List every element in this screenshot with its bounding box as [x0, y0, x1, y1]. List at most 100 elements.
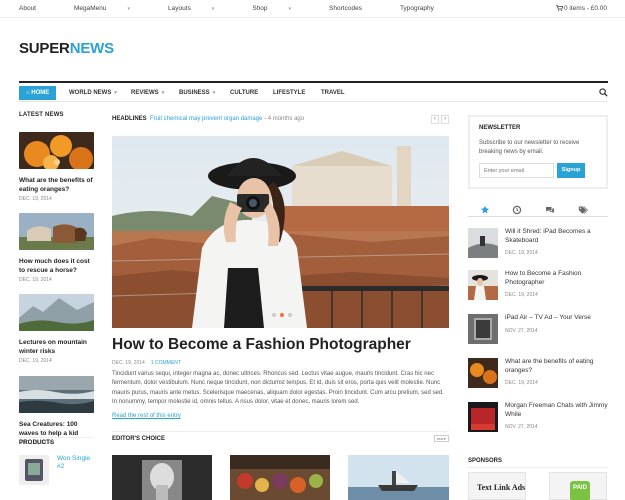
top-nav-typography[interactable]: Typography	[400, 5, 453, 12]
top-nav-layouts[interactable]: Layouts ▾	[168, 5, 233, 12]
top-nav-shop[interactable]: Shop ▾	[252, 5, 310, 12]
slider-dot[interactable]	[272, 313, 276, 317]
top-nav-about[interactable]: About	[19, 5, 55, 12]
slider-pagination	[272, 313, 292, 317]
chevron-down-icon: ▾	[114, 90, 117, 96]
latest-news-item-title: How much does it cost to rescue a horse?	[19, 258, 90, 274]
comments-icon[interactable]	[545, 205, 555, 215]
prev-headline-button[interactable]: ‹	[431, 115, 439, 124]
latest-news-item[interactable]: Lectures on mountain winter risks DEC. 1…	[19, 294, 94, 364]
headline-link[interactable]: Fruit chemical may prevent organ damage …	[150, 116, 304, 122]
oranges-thumbnail	[19, 132, 94, 171]
recent-post-date: NOV. 27, 2014	[505, 328, 538, 334]
newsletter-description: Subscribe to our newsletter to receive b…	[479, 140, 580, 155]
chevron-down-icon: ▾	[161, 90, 165, 96]
article-title[interactable]: How to Become a Fashion Photographer	[112, 336, 411, 354]
chevron-left-icon: ‹	[434, 116, 436, 122]
sponsor-ad-label: PAID	[570, 481, 590, 500]
product-item[interactable]: Woo Single #2	[19, 454, 94, 500]
latest-news-item-date: DEC. 19, 2014	[19, 277, 52, 283]
site-logo[interactable]: SUPERNEWS	[19, 40, 114, 57]
nav-label: LIFESTYLE	[273, 90, 306, 96]
recent-post-date: NOV. 27, 2014	[505, 424, 538, 430]
nav-world-news[interactable]: WORLD NEWS ▾	[69, 86, 117, 100]
nav-culture[interactable]: CULTURE	[230, 86, 258, 100]
more-button[interactable]: more	[433, 435, 449, 442]
sponsor-ad[interactable]: Text Link Ads	[468, 472, 526, 500]
nav-home-label: HOME	[31, 90, 50, 96]
recent-post-item[interactable]: iPad Air – TV Ad – Your Verse NOV. 27, 2…	[468, 314, 608, 346]
recent-post-item[interactable]: What are the benefits of eating oranges?…	[468, 358, 608, 390]
top-nav-label: Typography	[399, 5, 434, 12]
slider-dot[interactable]	[288, 313, 292, 317]
nav-reviews[interactable]: REVIEWS ▾	[131, 86, 164, 100]
latest-news-item-title: What are the benefits of eating oranges?	[19, 177, 93, 193]
slider-dot-active[interactable]	[280, 313, 284, 317]
product-thumbnail	[19, 455, 49, 485]
recent-post-date: DEC. 19, 2014	[505, 380, 538, 386]
nav-label: TRAVEL	[321, 90, 345, 96]
search-icon[interactable]	[599, 88, 608, 97]
sponsors-header: SPONSORS	[468, 456, 608, 468]
headline-time: - 4 months ago	[262, 116, 305, 122]
latest-news-item-title: Sea Creatures: 100 waves to help a kid	[19, 421, 79, 437]
latest-news-item[interactable]: What are the benefits of eating oranges?…	[19, 132, 94, 202]
tags-icon[interactable]	[578, 205, 588, 215]
main-nav: ⌂ HOME WORLD NEWS ▾ REVIEWS ▾ BUSINESS ▾ CU…	[19, 81, 608, 102]
article-excerpt: Tincidunt varius sequi, integer magna ac…	[112, 371, 444, 405]
read-more-link[interactable]: Read the rest of this entry	[112, 413, 181, 419]
photographer-thumbnail	[468, 270, 498, 300]
newsletter-widget: NEWSLETTER Subscribe to our newsletter t…	[468, 115, 608, 189]
sidebar-tabs	[468, 203, 608, 217]
recent-post-item[interactable]: How to Become a Fashion Photographer DEC…	[468, 270, 608, 302]
top-nav-shortcodes[interactable]: Shortcodes	[329, 5, 381, 12]
latest-news-item[interactable]: Sea Creatures: 100 waves to help a kid D…	[19, 376, 94, 446]
hero-slider-image[interactable]	[112, 136, 449, 328]
cart-summary: 0 items - £0.00	[564, 5, 607, 12]
products-title: PRODUCTS	[19, 437, 94, 446]
latest-news-item[interactable]: How much does it cost to rescue a horse?…	[19, 213, 94, 283]
recent-post-title: Will it Shred: iPad Becomes a Skateboard	[505, 228, 591, 244]
signup-button[interactable]: Signup	[557, 163, 585, 178]
sponsor-ad-label: Text Link Ads	[477, 483, 526, 492]
product-title: Woo Single #2	[57, 455, 91, 470]
recent-post-date: DEC. 19, 2014	[505, 250, 538, 256]
recent-post-date: DEC. 19, 2014	[505, 292, 538, 298]
clock-icon[interactable]	[512, 205, 522, 215]
nav-label: CULTURE	[230, 90, 259, 96]
headline-text: Fruit chemical may prevent organ damage	[150, 116, 263, 122]
editors-choice-image[interactable]	[230, 455, 330, 500]
top-nav-label: Layouts	[168, 5, 191, 12]
nav-business[interactable]: BUSINESS ▾	[179, 86, 215, 100]
email-field[interactable]	[479, 163, 554, 178]
nav-travel[interactable]: TRAVEL	[321, 86, 345, 100]
top-nav-megamenu[interactable]: MegaMenu ▾	[74, 5, 149, 12]
sponsor-ad[interactable]: PAID	[549, 472, 607, 500]
chevron-down-icon: ▾	[127, 6, 131, 12]
recent-post-item[interactable]: Will it Shred: iPad Becomes a Skateboard…	[468, 228, 608, 260]
editors-choice-image[interactable]	[112, 455, 212, 500]
headlines-ticker: HEADLINES Fruit chemical may prevent org…	[112, 113, 449, 127]
editors-choice-image[interactable]	[348, 455, 449, 500]
cart-link[interactable]: 0 items - £0.00	[556, 5, 607, 12]
recent-post-title: iPad Air – TV Ad – Your Verse	[505, 314, 591, 321]
logo-text-accent: NEWS	[69, 40, 114, 57]
recent-post-item[interactable]: Morgan Freeman Chats with Jimmy While NO…	[468, 402, 608, 434]
nav-label: WORLD NEWS	[69, 90, 112, 96]
nav-lifestyle[interactable]: LIFESTYLE	[273, 86, 305, 100]
editors-choice-title: EDITOR'S CHOICE	[112, 436, 165, 442]
skateboard-thumbnail	[468, 228, 498, 258]
nav-home[interactable]: ⌂ HOME	[19, 86, 57, 100]
cart-icon	[556, 5, 564, 11]
newsletter-title: NEWSLETTER	[479, 125, 521, 131]
star-icon[interactable]	[480, 205, 490, 215]
recent-post-title: What are the benefits of eating oranges?	[505, 358, 594, 374]
top-nav: About MegaMenu ▾ Layouts ▾ Shop ▾ Shortcode…	[19, 5, 472, 12]
morgan-freeman-thumbnail	[468, 402, 498, 432]
article-comments-link[interactable]: 1 COMMENT	[151, 360, 181, 366]
top-nav-label: Shortcodes	[329, 5, 362, 12]
nav-label: BUSINESS	[179, 90, 210, 96]
top-bar: About MegaMenu ▾ Layouts ▾ Shop ▾ Shortcode…	[0, 0, 625, 18]
sponsors-title: SPONSORS	[468, 458, 503, 464]
next-headline-button[interactable]: ›	[441, 115, 449, 124]
